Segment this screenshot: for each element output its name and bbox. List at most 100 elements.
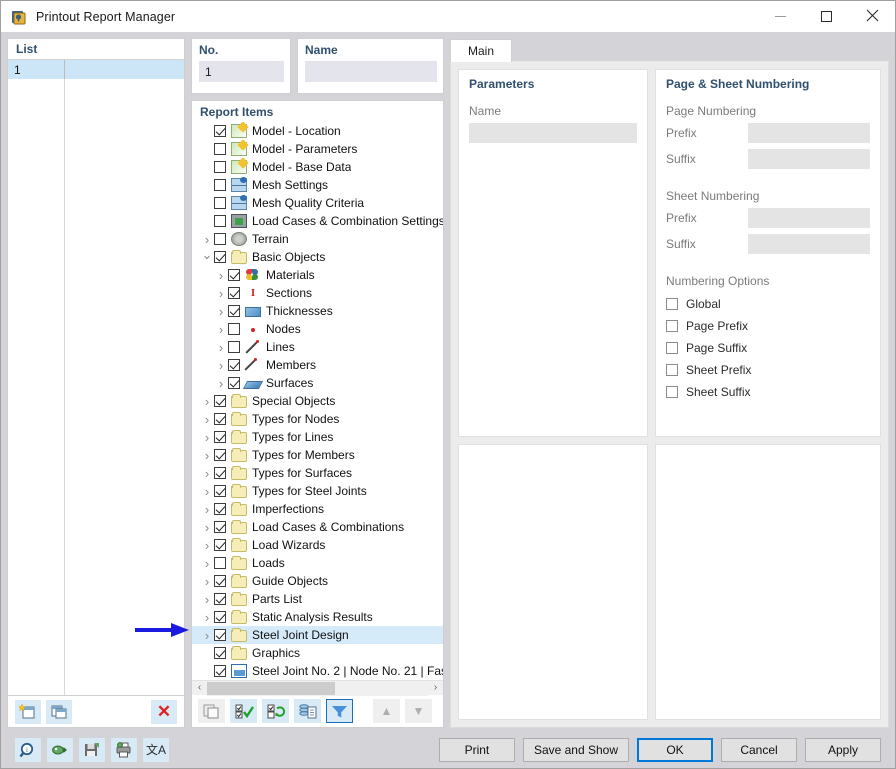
insert-item-button[interactable] bbox=[294, 699, 321, 723]
tree-item-checkbox[interactable] bbox=[214, 179, 226, 191]
tree-item-types-for-surfaces[interactable]: Types for Surfaces bbox=[192, 464, 443, 482]
option-checkbox[interactable] bbox=[666, 386, 678, 398]
numbering-option-sheet-suffix[interactable]: Sheet Suffix bbox=[666, 381, 870, 403]
scroll-track[interactable] bbox=[207, 681, 428, 696]
tree-item-guide-objects[interactable]: Guide Objects bbox=[192, 572, 443, 590]
chevron-right-icon[interactable] bbox=[214, 341, 228, 354]
chevron-right-icon[interactable] bbox=[200, 503, 214, 516]
tree-item-checkbox[interactable] bbox=[214, 197, 226, 209]
tree-item-types-for-nodes[interactable]: Types for Nodes bbox=[192, 410, 443, 428]
chevron-right-icon[interactable] bbox=[214, 305, 228, 318]
tree-item-nodes[interactable]: Nodes bbox=[192, 320, 443, 338]
save-file-button[interactable] bbox=[79, 738, 105, 762]
chevron-right-icon[interactable] bbox=[200, 485, 214, 498]
tree-item-checkbox[interactable] bbox=[228, 377, 240, 389]
tree-item-checkbox[interactable] bbox=[214, 521, 226, 533]
tree-horizontal-scrollbar[interactable]: ‹ › bbox=[192, 680, 443, 695]
cancel-button[interactable]: Cancel bbox=[721, 738, 797, 762]
chevron-right-icon[interactable] bbox=[200, 539, 214, 552]
close-button[interactable] bbox=[849, 1, 895, 32]
chevron-right-icon[interactable] bbox=[214, 323, 228, 336]
tree-item-checkbox[interactable] bbox=[214, 143, 226, 155]
tree-item-steel-joint-design[interactable]: Steel Joint Design bbox=[192, 626, 443, 644]
tree-item-load-wizards[interactable]: Load Wizards bbox=[192, 536, 443, 554]
tree-item-model-base-data[interactable]: Model - Base Data bbox=[192, 158, 443, 176]
option-checkbox[interactable] bbox=[666, 320, 678, 332]
chevron-right-icon[interactable] bbox=[200, 467, 214, 480]
tree-item-checkbox[interactable] bbox=[228, 287, 240, 299]
scroll-right-icon[interactable]: › bbox=[428, 683, 443, 693]
print-button[interactable]: Print bbox=[439, 738, 515, 762]
name-input[interactable] bbox=[305, 61, 437, 82]
tree-item-checkbox[interactable] bbox=[228, 269, 240, 281]
sheet-suffix-input[interactable] bbox=[748, 234, 870, 254]
page-prefix-input[interactable] bbox=[748, 123, 870, 143]
tree-item-checkbox[interactable] bbox=[214, 665, 226, 677]
tree-item-checkbox[interactable] bbox=[228, 341, 240, 353]
tree-item-types-for-steel-joints[interactable]: Types for Steel Joints bbox=[192, 482, 443, 500]
tree-item-special-objects[interactable]: Special Objects bbox=[192, 392, 443, 410]
language-button[interactable]: 文A bbox=[143, 738, 169, 762]
select-all-button[interactable] bbox=[230, 699, 257, 723]
tree-item-checkbox[interactable] bbox=[214, 215, 226, 227]
new-report-button[interactable] bbox=[15, 700, 41, 724]
tree-item-checkbox[interactable] bbox=[214, 593, 226, 605]
tree-item-checkbox[interactable] bbox=[228, 305, 240, 317]
tree-item-basic-objects[interactable]: Basic Objects bbox=[192, 248, 443, 266]
tree-item-checkbox[interactable] bbox=[228, 359, 240, 371]
tree-item-thicknesses[interactable]: Thicknesses bbox=[192, 302, 443, 320]
chevron-right-icon[interactable] bbox=[200, 575, 214, 588]
tree-item-load-cases-combination-settings[interactable]: Load Cases & Combination Settings bbox=[192, 212, 443, 230]
tree-item-checkbox[interactable] bbox=[214, 647, 226, 659]
tree-item-checkbox[interactable] bbox=[214, 431, 226, 443]
tree-item-checkbox[interactable] bbox=[214, 251, 226, 263]
option-checkbox[interactable] bbox=[666, 298, 678, 310]
tree-item-checkbox[interactable] bbox=[214, 503, 226, 515]
numbering-option-sheet-prefix[interactable]: Sheet Prefix bbox=[666, 359, 870, 381]
chevron-right-icon[interactable] bbox=[214, 377, 228, 390]
page-suffix-input[interactable] bbox=[748, 149, 870, 169]
tree-item-sections[interactable]: ISections bbox=[192, 284, 443, 302]
tree-item-mesh-quality-criteria[interactable]: Mesh Quality Criteria bbox=[192, 194, 443, 212]
tree-item-static-analysis-results[interactable]: Static Analysis Results bbox=[192, 608, 443, 626]
chevron-right-icon[interactable] bbox=[200, 449, 214, 462]
chevron-right-icon[interactable] bbox=[200, 629, 214, 642]
filter-button[interactable] bbox=[326, 699, 353, 723]
tree-item-checkbox[interactable] bbox=[214, 395, 226, 407]
tree-item-checkbox[interactable] bbox=[214, 485, 226, 497]
tree-item-terrain[interactable]: Terrain bbox=[192, 230, 443, 248]
tree-item-members[interactable]: Members bbox=[192, 356, 443, 374]
tree-item-parts-list[interactable]: Parts List bbox=[192, 590, 443, 608]
tree-item-checkbox[interactable] bbox=[214, 575, 226, 587]
scroll-left-icon[interactable]: ‹ bbox=[192, 683, 207, 693]
export-button[interactable] bbox=[47, 738, 73, 762]
copy-report-button[interactable] bbox=[46, 700, 72, 724]
parameters-name-input[interactable] bbox=[469, 123, 637, 143]
delete-report-button[interactable]: ✕ bbox=[151, 700, 177, 724]
sheet-prefix-input[interactable] bbox=[748, 208, 870, 228]
chevron-right-icon[interactable] bbox=[200, 521, 214, 534]
tree-item-checkbox[interactable] bbox=[214, 629, 226, 641]
print-setup-button[interactable] bbox=[111, 738, 137, 762]
tree-item-checkbox[interactable] bbox=[214, 233, 226, 245]
numbering-option-page-suffix[interactable]: Page Suffix bbox=[666, 337, 870, 359]
minimize-button[interactable] bbox=[757, 1, 803, 32]
list-item[interactable]: 1 bbox=[8, 60, 184, 79]
copy-item-button[interactable] bbox=[198, 699, 225, 723]
chevron-right-icon[interactable] bbox=[200, 233, 214, 246]
tree-item-checkbox[interactable] bbox=[214, 413, 226, 425]
tree-item-checkbox[interactable] bbox=[214, 611, 226, 623]
scroll-thumb[interactable] bbox=[207, 682, 335, 695]
chevron-right-icon[interactable] bbox=[200, 413, 214, 426]
tree-item-materials[interactable]: Materials bbox=[192, 266, 443, 284]
chevron-right-icon[interactable] bbox=[200, 395, 214, 408]
tree-item-loads[interactable]: Loads bbox=[192, 554, 443, 572]
tree-item-lines[interactable]: Lines bbox=[192, 338, 443, 356]
tab-main[interactable]: Main bbox=[450, 39, 512, 62]
tree-item-model-location[interactable]: Model - Location bbox=[192, 122, 443, 140]
tree-item-checkbox[interactable] bbox=[228, 323, 240, 335]
no-input[interactable]: 1 bbox=[199, 61, 284, 82]
tree-item-checkbox[interactable] bbox=[214, 161, 226, 173]
move-down-button[interactable]: ▼ bbox=[405, 699, 432, 723]
tree-item-imperfections[interactable]: Imperfections bbox=[192, 500, 443, 518]
